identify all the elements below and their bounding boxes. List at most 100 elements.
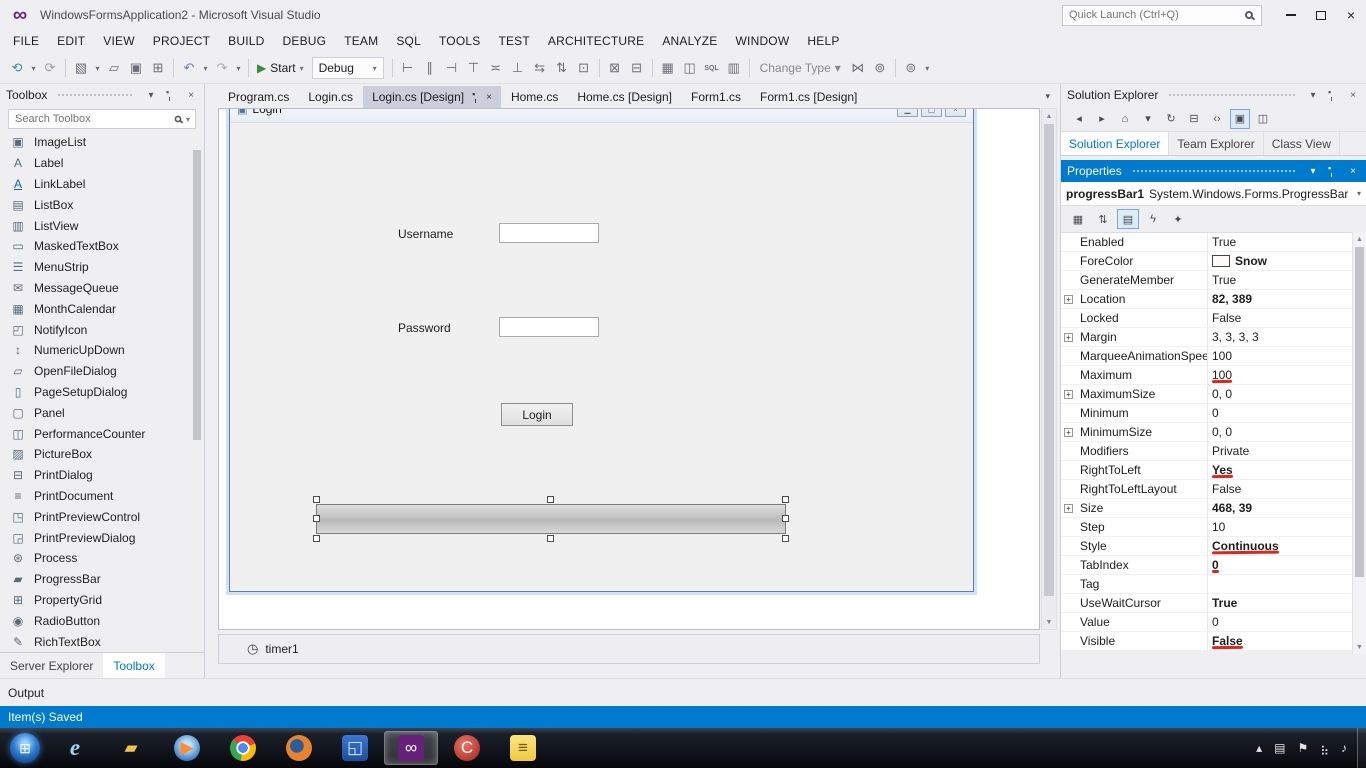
property-value[interactable]: 100 — [1207, 366, 1353, 384]
toolbar-icon[interactable] — [651, 59, 653, 77]
toolbox-item-printdocument[interactable]: ≡ PrintDocument — [0, 486, 204, 507]
username-label[interactable]: Username — [398, 227, 453, 241]
selection-handle[interactable] — [782, 515, 789, 522]
toolbox-item-monthcalendar[interactable]: ▦ MonthCalendar — [0, 298, 204, 319]
save-icon[interactable]: ▣ — [125, 57, 147, 79]
alphabetical-icon[interactable]: ⇅ — [1092, 209, 1114, 229]
toolbox-item-imagelist[interactable]: ▣ ImageList — [0, 132, 204, 153]
property-value[interactable]: 468, 39 — [1207, 499, 1353, 517]
Enabled[interactable]: + Enabled True — [1061, 233, 1353, 252]
save-all-icon[interactable]: ⊞ — [147, 57, 169, 79]
timer1-component[interactable]: timer1 — [265, 642, 298, 656]
tab-form1-cs-design[interactable]: Form1.cs [Design] × — [751, 86, 866, 108]
manage-indexes-icon[interactable]: ⊜ — [900, 57, 922, 79]
home-icon[interactable]: ⌂ — [1115, 109, 1135, 129]
Step[interactable]: + Step 10 — [1061, 518, 1353, 537]
manage-keys-icon[interactable]: ⊚ — [869, 57, 891, 79]
scrollbar-thumb[interactable] — [1044, 124, 1054, 596]
toolbox-item-messagequeue[interactable]: ✉ MessageQueue — [0, 278, 204, 299]
expand-icon[interactable]: + — [1064, 332, 1073, 342]
toolbox-item-radiobutton[interactable]: ◉ RadioButton — [0, 610, 204, 631]
toolbox-item-menustrip[interactable]: ☰ MenuStrip — [0, 257, 204, 278]
property-value[interactable]: True — [1207, 594, 1353, 612]
toolbox-item-openfiledialog[interactable]: ▱ OpenFileDialog — [0, 361, 204, 382]
visual-studio-taskbar-icon[interactable]: ∞ — [384, 731, 438, 765]
toolbar-icon[interactable] — [65, 59, 66, 77]
document-list-dropdown-icon[interactable]: ▾ — [1035, 91, 1060, 102]
progressbar1-control[interactable] — [313, 496, 789, 542]
toolbox-item-richtextbox[interactable]: ✎ RichTextBox — [0, 631, 204, 652]
MinimumSize[interactable]: + MinimumSize 0, 0 — [1061, 423, 1353, 442]
toolbox-item-panel[interactable]: ▢ Panel — [0, 402, 204, 423]
forward-icon[interactable]: ▸ — [1092, 109, 1112, 129]
property-value[interactable]: 0, 0 — [1207, 423, 1353, 441]
chevron-down-icon[interactable]: ▾ — [144, 90, 158, 101]
ForeColor[interactable]: + ForeColor Snow — [1061, 252, 1353, 271]
menu-item[interactable]: HELP — [798, 30, 848, 53]
nav-forward-icon[interactable]: ⟳ — [39, 57, 61, 79]
tab-server-explorer[interactable]: Server Explorer — [0, 653, 103, 678]
align-bottoms-icon[interactable]: ⊥ — [507, 57, 529, 79]
maximize-button[interactable] — [1306, 3, 1336, 27]
password-textbox[interactable] — [499, 317, 599, 337]
menu-item[interactable]: BUILD — [219, 30, 273, 53]
toolbox-item-numericupdown[interactable]: ↕ NumericUpDown — [0, 340, 204, 361]
close-icon[interactable]: × — [184, 90, 198, 101]
property-value[interactable]: 0 — [1207, 404, 1353, 422]
start-button[interactable]: Start — [270, 61, 295, 75]
toolbox-search-box[interactable]: ▾ — [8, 109, 196, 129]
toolbar-options-dropdown-icon[interactable]: ▾ — [922, 57, 933, 79]
change-type-dropdown[interactable]: Change Type ▾ — [760, 61, 841, 75]
Minimum[interactable]: + Minimum 0 — [1061, 404, 1353, 423]
tab-home-cs[interactable]: Home.cs × — [502, 86, 567, 108]
nav-back-dropdown-icon[interactable]: ▾ — [28, 57, 39, 79]
toolbox-item-process[interactable]: ⊛ Process — [0, 548, 204, 569]
menu-item[interactable]: VIEW — [94, 30, 143, 53]
menu-item[interactable]: PROJECT — [144, 30, 219, 53]
close-button[interactable]: × — [1336, 3, 1366, 27]
password-label[interactable]: Password — [398, 321, 451, 335]
menu-item[interactable]: SQL — [387, 30, 430, 53]
toolbox-item-picturebox[interactable]: ▨ PictureBox — [0, 444, 204, 465]
menu-item[interactable]: EDIT — [48, 30, 94, 53]
menu-item[interactable]: TEAM — [335, 30, 387, 53]
database-diagram-icon[interactable]: ◫ — [679, 57, 701, 79]
new-project-icon[interactable]: ▧ — [70, 57, 92, 79]
action-center-flag-icon[interactable]: ⚑ — [1297, 741, 1308, 755]
menu-item[interactable]: TEST — [489, 30, 538, 53]
start-button[interactable] — [4, 731, 46, 765]
add-item-dropdown-icon[interactable]: ▾ — [92, 57, 103, 79]
toolbox-item-propertygrid[interactable]: ⊞ PropertyGrid — [0, 590, 204, 611]
designer-vertical-scrollbar[interactable]: ▲ ▼ — [1041, 108, 1057, 630]
collapse-all-icon[interactable]: ⊟ — [1184, 109, 1204, 129]
object-selector-dropdown[interactable]: progressBar1 System.Windows.Forms.Progre… — [1061, 182, 1366, 206]
menu-item[interactable]: FILE — [4, 30, 48, 53]
align-tops-icon[interactable]: ⊤ — [463, 57, 485, 79]
categorized-icon[interactable]: ▦ — [1067, 209, 1089, 229]
property-value[interactable]: 0, 0 — [1207, 385, 1353, 403]
MarqueeAnimationSpeed[interactable]: + MarqueeAnimationSpeed 100 — [1061, 347, 1353, 366]
form-body[interactable]: Username Password Login — [230, 123, 973, 591]
Style[interactable]: + Style Continuous — [1061, 537, 1353, 556]
toolbox-item-listview[interactable]: ▥ ListView — [0, 215, 204, 236]
Value[interactable]: + Value 0 — [1061, 613, 1353, 632]
redo-icon[interactable]: ↷ — [211, 57, 233, 79]
network-icon[interactable]: ⣦ — [1320, 741, 1329, 755]
output-panel-bar[interactable]: Output — [0, 678, 1366, 706]
design-canvas[interactable]: ▣ Login ▁ ▢ × Username Password Login — [218, 108, 1040, 630]
menu-item[interactable]: ARCHITECTURE — [539, 30, 653, 53]
preview-selected-items-icon[interactable]: ◫ — [1253, 109, 1273, 129]
file-explorer-icon[interactable]: ▰ — [104, 731, 158, 765]
tab-login-cs-design[interactable]: Login.cs [Design] × — [363, 86, 501, 108]
align-rights-icon[interactable]: ⊣ — [441, 57, 463, 79]
schema-compare-icon[interactable]: ▥ — [723, 57, 745, 79]
selection-handle[interactable] — [547, 496, 554, 503]
toolbox-item-linklabel[interactable]: A LinkLabel — [0, 174, 204, 195]
TabIndex[interactable]: + TabIndex 0 — [1061, 556, 1353, 575]
refresh-icon[interactable]: ↻ — [1161, 109, 1181, 129]
Location[interactable]: + Location 82, 389 — [1061, 290, 1353, 309]
chevron-down-icon[interactable]: ▾ — [1306, 90, 1320, 101]
tab-form1-cs[interactable]: Form1.cs × — [682, 86, 750, 108]
events-icon[interactable]: ϟ — [1142, 209, 1164, 229]
expand-icon[interactable]: + — [1064, 503, 1073, 513]
